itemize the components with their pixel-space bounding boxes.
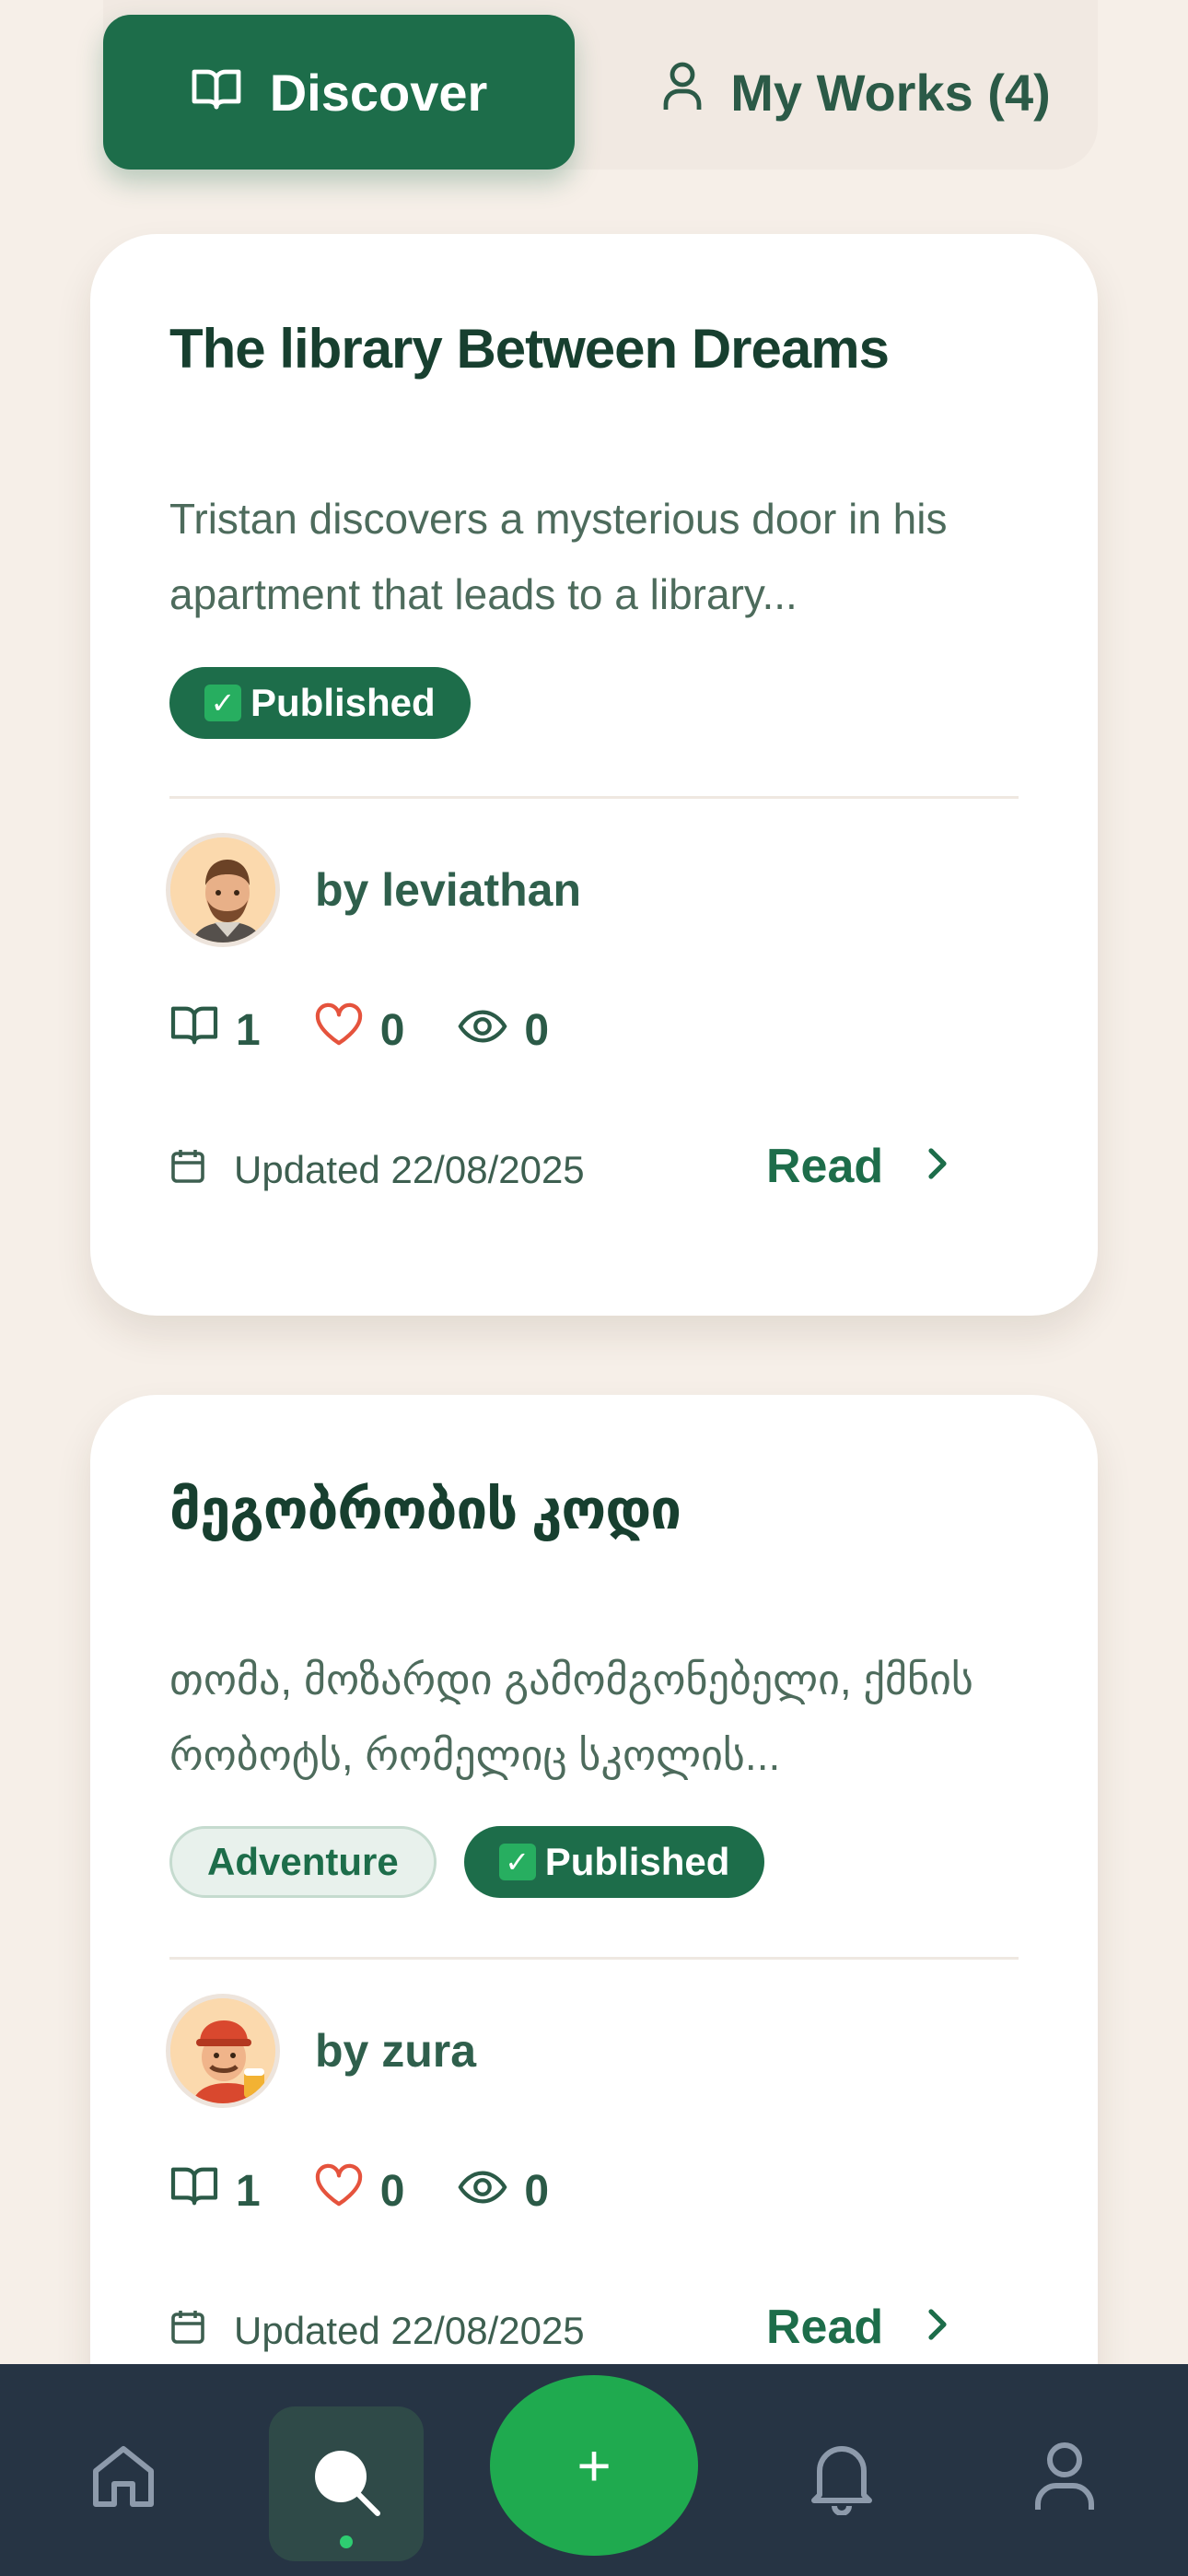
home-icon: [87, 2440, 160, 2518]
story-description: Tristan discovers a mysterious door in h…: [169, 495, 948, 618]
add-icon: +: [577, 2432, 611, 2499]
divider: [169, 1957, 1019, 1960]
updated-date: Updated 22/08/2025: [234, 2309, 585, 2352]
nav-profile[interactable]: [1019, 2432, 1111, 2524]
tab-discover[interactable]: Discover: [103, 15, 575, 170]
views-stat: 0: [458, 2166, 549, 2217]
tab-discover-label: Discover: [269, 63, 488, 122]
story-stats: 1 0 0: [169, 1002, 602, 1058]
genre-badge: Adventure: [169, 1826, 437, 1898]
chapters-stat: 1: [169, 1003, 261, 1057]
book-icon: [169, 2164, 219, 2218]
create-story-button[interactable]: +: [490, 2375, 698, 2556]
calendar-icon: [169, 2307, 206, 2355]
story-stats: 1 0 0: [169, 2163, 602, 2219]
chapters-stat: 1: [169, 2164, 261, 2218]
story-card[interactable]: The library Between Dreams Tristan disco…: [90, 234, 1098, 1316]
calendar-icon: [169, 1146, 206, 1194]
chevron-right-icon: [926, 2300, 948, 2355]
check-icon: ✓: [498, 1844, 536, 1880]
book-icon: [169, 1003, 219, 1057]
story-title: მეგობრობის კოდი: [169, 1479, 681, 1540]
chapters-count: 1: [236, 2166, 261, 2216]
views-count: 0: [524, 2166, 550, 2216]
likes-count: 0: [379, 1005, 405, 1055]
heart-icon: [314, 2163, 364, 2219]
avatar: [166, 833, 280, 947]
tab-my-works[interactable]: My Works (4): [626, 15, 1087, 170]
read-label: Read: [766, 2301, 884, 2354]
likes-stat[interactable]: 0: [314, 1002, 405, 1058]
likes-count: 0: [379, 2166, 405, 2216]
likes-stat[interactable]: 0: [314, 2163, 405, 2219]
story-description: თომა, მოზარდი გამომგონებელი, ქმნის რობოტ…: [169, 1656, 973, 1779]
bell-icon: [806, 2438, 878, 2520]
author-row[interactable]: by zura: [166, 1994, 476, 2108]
eye-icon: [458, 2166, 507, 2217]
read-button[interactable]: Read: [766, 1139, 948, 1194]
tag-list: ✓ Published: [169, 667, 471, 739]
nav-notifications[interactable]: [796, 2432, 888, 2524]
user-icon: [662, 62, 703, 123]
active-indicator: [340, 2535, 353, 2548]
tag-list: Adventure ✓ Published: [169, 1826, 765, 1898]
avatar: [166, 1994, 280, 2108]
chapters-count: 1: [236, 1005, 261, 1055]
updated-row: Updated 22/08/2025: [169, 1146, 585, 1194]
author-row[interactable]: by leviathan: [166, 833, 581, 947]
chevron-right-icon: [926, 1139, 948, 1194]
read-label: Read: [766, 1140, 884, 1193]
book-icon: [191, 63, 242, 123]
views-stat: 0: [458, 1005, 549, 1056]
status-badge: ✓ Published: [169, 667, 471, 739]
author-name: by leviathan: [315, 864, 581, 916]
author-name: by zura: [315, 2025, 477, 2077]
updated-row: Updated 22/08/2025: [169, 2307, 585, 2355]
profile-icon: [1032, 2440, 1097, 2518]
search-icon: [308, 2443, 385, 2525]
story-title: The library Between Dreams: [169, 318, 890, 380]
status-label: Published: [250, 681, 436, 724]
tab-my-works-label: My Works (4): [730, 63, 1051, 122]
divider: [169, 796, 1019, 799]
eye-icon: [458, 1005, 507, 1056]
read-button[interactable]: Read: [766, 2300, 948, 2355]
heart-icon: [314, 1002, 364, 1058]
status-label: Published: [544, 1840, 730, 1883]
status-badge: ✓ Published: [463, 1826, 765, 1898]
nav-home[interactable]: [77, 2432, 169, 2524]
check-icon: ✓: [204, 685, 241, 721]
views-count: 0: [524, 1005, 550, 1055]
updated-date: Updated 22/08/2025: [234, 1148, 585, 1191]
